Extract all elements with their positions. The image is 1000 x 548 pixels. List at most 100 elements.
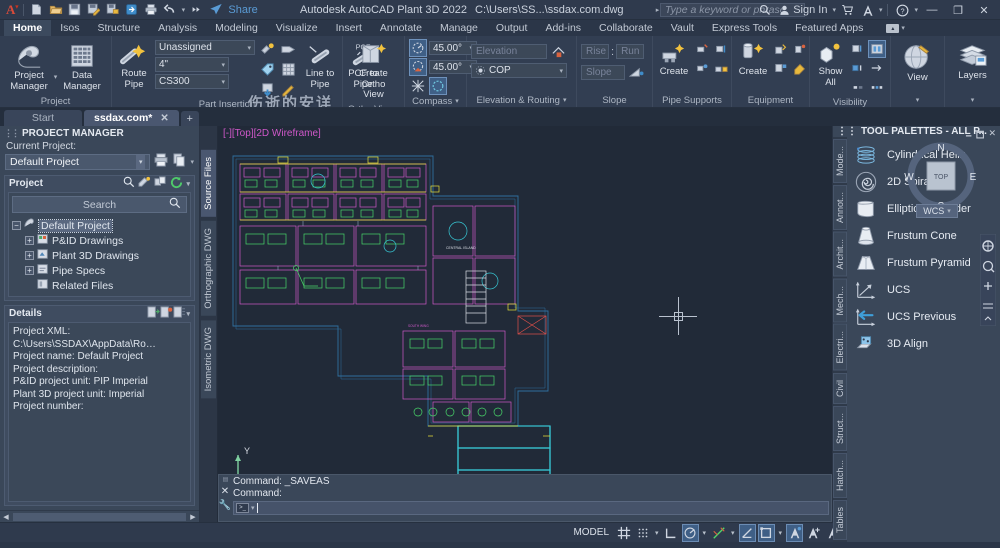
equipment-edit-icon[interactable] xyxy=(772,40,790,58)
close-icon[interactable]: ✕ xyxy=(160,113,168,124)
chevron-down-icon[interactable]: ▾ xyxy=(455,95,459,108)
find-icon[interactable] xyxy=(123,176,135,191)
spec-viewer-button[interactable] xyxy=(258,40,276,58)
tab-insert[interactable]: Insert xyxy=(327,20,371,36)
palette-item-3d-align[interactable]: 3D Align xyxy=(847,330,1000,357)
details-list-icon[interactable] xyxy=(173,306,186,321)
chevron-down-icon[interactable]: ▾ xyxy=(190,158,194,166)
minimize-button[interactable]: — xyxy=(920,0,944,20)
chevron-down-icon[interactable]: ▾ xyxy=(563,94,567,107)
tag-button[interactable] xyxy=(258,60,276,78)
slope-pick-icon[interactable] xyxy=(627,63,645,81)
palette-tab-architectural[interactable]: Archit... xyxy=(833,232,847,277)
label-part-button[interactable] xyxy=(279,40,297,58)
current-project-combo[interactable]: Default Project ▾ xyxy=(5,154,150,170)
viewport-view-label[interactable]: [Top] xyxy=(232,128,254,139)
show-all-button[interactable]: Show All xyxy=(814,39,847,91)
tab-home[interactable]: Home xyxy=(4,20,51,36)
tab-manage[interactable]: Manage xyxy=(431,20,487,36)
project-manager-button[interactable]: Project Manager xyxy=(6,39,52,95)
slope-input[interactable]: Slope xyxy=(581,65,625,80)
hide-selected-icon[interactable] xyxy=(849,78,867,96)
file-tab-ssdax[interactable]: ssdax.com* ✕ xyxy=(84,110,179,126)
chevron-down-icon[interactable]: ▾ xyxy=(186,310,190,318)
copy-project-icon[interactable] xyxy=(173,153,186,170)
create-pipe-support-button[interactable]: Create xyxy=(657,39,691,80)
open-file-icon[interactable] xyxy=(46,1,65,19)
equipment-nozzle-icon[interactable] xyxy=(791,40,809,58)
compass-angle2-button[interactable] xyxy=(409,58,427,76)
pipe-support-copy-icon[interactable] xyxy=(712,40,730,58)
undo-icon[interactable] xyxy=(160,1,179,19)
publish-icon[interactable] xyxy=(154,153,169,170)
object-snap-tracking-toggle[interactable] xyxy=(710,524,727,542)
palette-grip-icon[interactable]: ⋮⋮ xyxy=(4,128,18,139)
command-prompt-icon[interactable]: >_ xyxy=(236,503,249,513)
command-input[interactable]: >_ ▾ xyxy=(233,501,829,515)
compass-toggle-button[interactable] xyxy=(429,77,447,95)
account-dropdown-icon[interactable]: ▾ xyxy=(879,6,883,14)
compass-angle1-button[interactable] xyxy=(409,39,427,57)
redo-icon[interactable] xyxy=(187,1,206,19)
new-file-icon[interactable] xyxy=(27,1,46,19)
undo-dropdown-icon[interactable]: ▾ xyxy=(179,1,187,19)
close-button[interactable]: ✕ xyxy=(972,0,996,20)
palette-item-ucs[interactable]: UCS xyxy=(847,276,1000,303)
viewport-close-icon[interactable]: ✕ xyxy=(988,128,996,144)
tree-node-pipe-specs[interactable]: + Pipe Specs xyxy=(12,263,187,278)
save-as-icon[interactable] xyxy=(84,1,103,19)
autodesk-logo-icon[interactable]: A▾ xyxy=(4,2,20,18)
tab-structure[interactable]: Structure xyxy=(88,20,149,36)
restore-button[interactable]: ❐ xyxy=(946,0,970,20)
spec-combo[interactable]: Unassigned ▾ xyxy=(155,40,255,55)
autodesk-account-icon[interactable] xyxy=(859,1,877,19)
expander-icon[interactable]: + xyxy=(25,236,34,245)
navigation-bar[interactable] xyxy=(980,234,996,329)
project-manager-dropdown-icon[interactable]: ▾ xyxy=(54,73,58,81)
view-cube[interactable]: TOP N S E W WCS ▾ xyxy=(902,140,980,222)
chevron-down-icon[interactable]: ▾ xyxy=(916,94,920,107)
viewport-label[interactable]: [-][Top][2D Wireframe] xyxy=(223,128,321,139)
tab-express-tools[interactable]: Express Tools xyxy=(703,20,786,36)
save-secure-icon[interactable] xyxy=(103,1,122,19)
route-pipe-button[interactable]: Route Pipe xyxy=(116,39,152,93)
viewport-control-label[interactable]: [-] xyxy=(223,128,232,139)
chevron-down-icon[interactable]: ▾ xyxy=(251,504,255,512)
rise-input[interactable]: Rise xyxy=(581,44,609,59)
file-tab-start[interactable]: Start xyxy=(4,110,82,126)
tab-featured-apps[interactable]: Featured Apps xyxy=(786,20,872,36)
share-icon[interactable] xyxy=(206,1,226,19)
cloud-sync-icon[interactable] xyxy=(122,1,141,19)
view-button[interactable]: View xyxy=(896,39,940,86)
scroll-left-icon[interactable]: ◀ xyxy=(0,513,12,521)
palette-item-frustum-cone[interactable]: Frustum Cone xyxy=(847,222,1000,249)
polar-dropdown-icon[interactable]: ▾ xyxy=(701,529,709,537)
tab-vault[interactable]: Vault xyxy=(662,20,703,36)
pipe-support-modify-icon[interactable] xyxy=(693,40,711,58)
tab-isos[interactable]: Isos xyxy=(51,20,88,36)
pipe-edit-button[interactable] xyxy=(279,80,297,98)
scroll-thumb[interactable] xyxy=(13,513,186,521)
refresh-icon[interactable] xyxy=(170,176,183,192)
command-grip-icon[interactable]: ▤ xyxy=(223,476,228,483)
share-label[interactable]: Share xyxy=(228,4,257,16)
search-icon[interactable] xyxy=(169,197,181,212)
search-icon[interactable] xyxy=(756,1,774,19)
ribbon-minimize-control[interactable]: ▴ ▾ xyxy=(886,20,905,36)
project-manager-hscrollbar[interactable]: ◀ ▶ xyxy=(0,510,199,522)
palette-grip-icon[interactable]: ⋮⋮ xyxy=(837,126,857,137)
layers-button[interactable]: Layers xyxy=(951,39,995,84)
viewport-visualstyle-label[interactable]: [2D Wireframe] xyxy=(254,128,321,139)
unisolate-object-icon[interactable] xyxy=(868,59,886,77)
tab-analysis[interactable]: Analysis xyxy=(149,20,206,36)
help-dropdown-icon[interactable]: ▾ xyxy=(914,6,918,14)
material-combo[interactable]: CS300 ▾ xyxy=(155,74,229,89)
tree-node-default-project[interactable]: − Default Project xyxy=(12,218,187,233)
palette-tab-annotation[interactable]: Annot... xyxy=(833,185,847,230)
cart-icon[interactable] xyxy=(838,1,857,19)
palette-tab-electrical[interactable]: Electri... xyxy=(833,324,847,371)
create-equipment-button[interactable]: Create xyxy=(736,39,770,80)
tree-node-pid-drawings[interactable]: + P&ID Drawings xyxy=(12,233,187,248)
size-combo[interactable]: 4" ▾ xyxy=(155,57,229,72)
palette-tab-mechanical[interactable]: Mech... xyxy=(833,279,847,323)
